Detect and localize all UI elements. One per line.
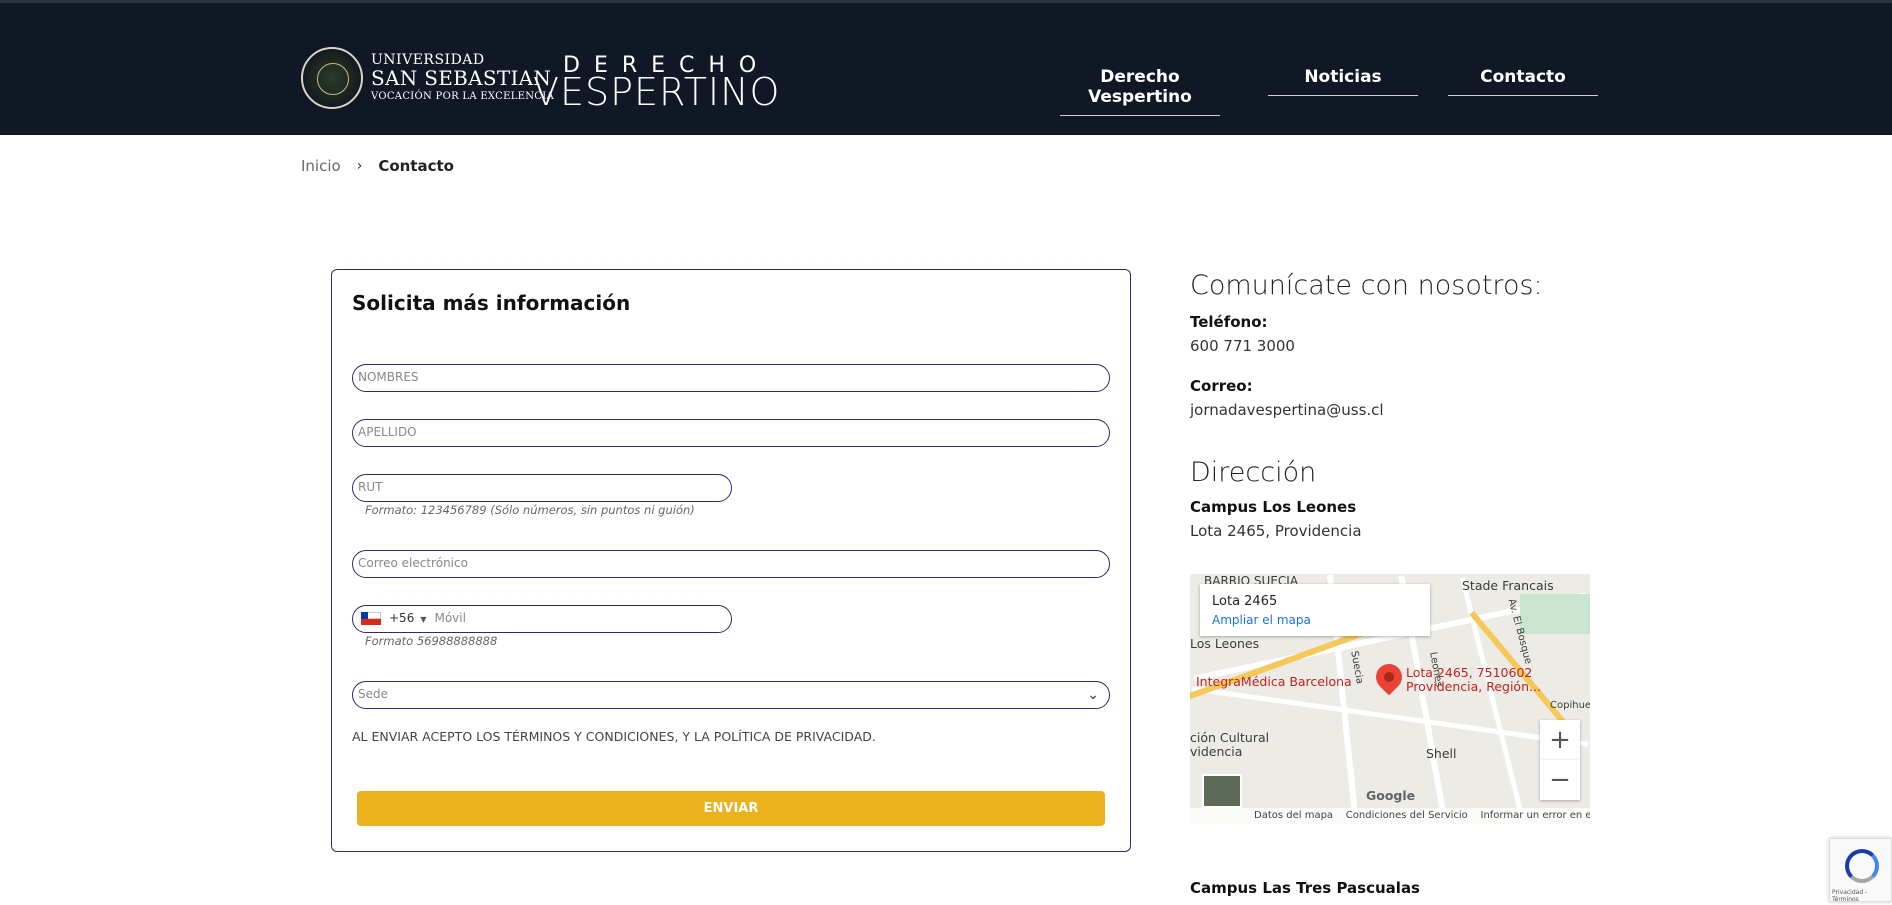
map-label-cultural1: ción Cultural [1190,730,1270,745]
recaptcha-icon [1845,849,1879,883]
phone-placeholder: Móvil [434,611,466,625]
map-label-stade: Stade Francais [1462,578,1554,593]
map-label-cultural2: videncia [1190,743,1243,759]
map-data-link[interactable]: Datos del mapa [1254,810,1333,821]
map-label-shell: Shell [1426,746,1457,761]
chile-flag-icon[interactable] [361,612,381,625]
campus-tres-pascualas-name: Campus Las Tres Pascualas [1190,879,1420,897]
zoom-in-button[interactable]: + [1540,720,1580,760]
derecho-vespertino-logo[interactable]: DERECHO VESPERTINO [533,55,781,114]
country-dropdown-icon[interactable]: ▼ [420,615,426,624]
map-label-copihue: Copihue [1550,700,1590,711]
recaptcha-badge[interactable]: Privacidad - Términos [1829,838,1892,903]
terms-notice: AL ENVIAR ACEPTO LOS TÉRMINOS Y CONDICIO… [352,729,876,744]
campus-los-leones-address: Lota 2465, Providencia [1190,522,1362,540]
uss-logo-tagline: VOCACIÓN POR LA EXCELENCIA [371,91,555,103]
site-header: UNIVERSIDAD SAN SEBASTIAN VOCACIÓN POR L… [0,0,1892,135]
map-footer: Datos del mapa Condiciones del Servicio … [1190,808,1590,824]
email-input[interactable]: Correo electrónico [352,550,1110,578]
uss-logo-line2: SAN SEBASTIAN [371,66,552,91]
sede-select-value: Sede [358,687,388,701]
nav-contacto[interactable]: Contacto [1448,67,1598,96]
map-label-integramedica: IntegraMédica Barcelona [1196,674,1352,689]
rut-hint: Formato: 123456789 (Sólo números, sin pu… [365,503,695,517]
sede-select[interactable]: Sede ⌄ [352,681,1110,709]
address-heading: Dirección [1190,457,1317,488]
map-pin-icon[interactable] [1370,658,1408,696]
campus-los-leones-name: Campus Los Leones [1190,498,1357,516]
uss-seal-icon [301,47,363,109]
map-info-window: Lota 2465 Ampliar el mapa [1200,584,1430,636]
google-map[interactable]: BARRIO SUECIA Stade Francais Los Leones … [1190,574,1590,824]
breadcrumb-current: Contacto [378,157,454,175]
uss-logo[interactable]: UNIVERSIDAD SAN SEBASTIAN VOCACIÓN POR L… [301,47,554,109]
logo-vespertino-text: VESPERTINO [533,70,781,114]
info-request-form: Solicita más información NOMBRES APELLID… [331,269,1131,852]
form-title: Solicita más información [352,291,631,315]
map-report-link[interactable]: Informar un error en el mapa [1481,810,1591,821]
zoom-out-button[interactable]: − [1540,760,1580,800]
apellido-input[interactable]: APELLIDO [352,419,1110,447]
phone-value[interactable]: 600 771 3000 [1190,337,1610,355]
email-value[interactable]: jornadavespertina@uss.cl [1190,401,1610,419]
phone-hint: Formato 56988888888 [365,634,498,648]
map-pin-label-line1: Lota 2465, 7510602 [1406,665,1533,680]
contact-heading: Comunícate con nosotros: [1190,270,1543,301]
phone-label: Teléfono: [1190,313,1268,331]
breadcrumb: Inicio › Contacto [301,157,454,175]
email-label: Correo: [1190,377,1253,395]
contact-info: Comunícate con nosotros: Teléfono: 600 7… [1190,270,1610,540]
rut-input[interactable]: RUT [352,474,732,502]
nav-noticias[interactable]: Noticias [1268,67,1418,96]
map-label-los-leones: Los Leones [1190,636,1260,651]
map-terms-link[interactable]: Condiciones del Servicio [1346,810,1468,821]
map-info-title: Lota 2465 [1212,594,1278,609]
breadcrumb-home-link[interactable]: Inicio [301,157,341,175]
ampliar-mapa-link[interactable]: Ampliar el mapa [1212,613,1418,627]
map-pin-label-line2: Providencia, Región... [1406,678,1541,694]
nombres-input[interactable]: NOMBRES [352,364,1110,392]
google-logo: Google [1366,788,1416,803]
breadcrumb-chevron-icon: › [356,158,363,174]
recaptcha-text[interactable]: Privacidad - Términos [1832,889,1891,903]
phone-input[interactable]: +56 ▼ Móvil [352,605,732,633]
chevron-down-icon: ⌄ [1087,687,1099,703]
satellite-toggle[interactable] [1202,774,1242,808]
phone-country-code[interactable]: +56 [389,611,414,625]
nav-derecho-vespertino[interactable]: Derecho Vespertino [1060,67,1220,116]
enviar-button[interactable]: ENVIAR [357,791,1105,826]
